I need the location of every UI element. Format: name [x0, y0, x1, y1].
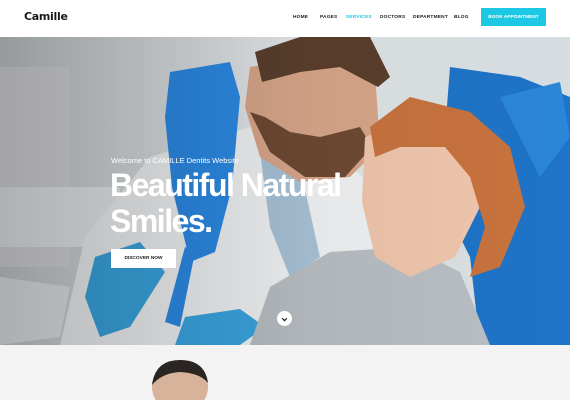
book-appointment-button[interactable]: BOOK APPOINTMENT [481, 8, 546, 26]
hero-welcome-text: Welcome to CAMILLE Dentits Website [111, 156, 240, 165]
site-header: Camille HOME PAGES SERVICES DOCTORS DEPA… [0, 0, 570, 37]
nav-item-pages[interactable]: PAGES [320, 15, 337, 20]
doctor-photo [152, 360, 208, 405]
nav-item-home[interactable]: HOME [293, 15, 308, 20]
next-section [0, 345, 570, 405]
site-logo[interactable]: Camille [24, 10, 68, 23]
nav-item-blog[interactable]: BLOG [454, 15, 469, 20]
chevron-down-icon [281, 310, 288, 328]
nav-item-services[interactable]: SERVICES [346, 15, 372, 20]
hero-section: Welcome to CAMILLE Dentits Website Beaut… [0, 37, 570, 345]
discover-now-button[interactable]: DISCOVER NOW [111, 249, 176, 268]
hero-headline: Beautiful Natural Smiles. [110, 167, 342, 239]
nav-item-department[interactable]: DEPARTMENT [413, 15, 448, 20]
nav-item-doctors[interactable]: DOCTORS [380, 15, 405, 20]
scroll-down-button[interactable] [277, 311, 292, 326]
